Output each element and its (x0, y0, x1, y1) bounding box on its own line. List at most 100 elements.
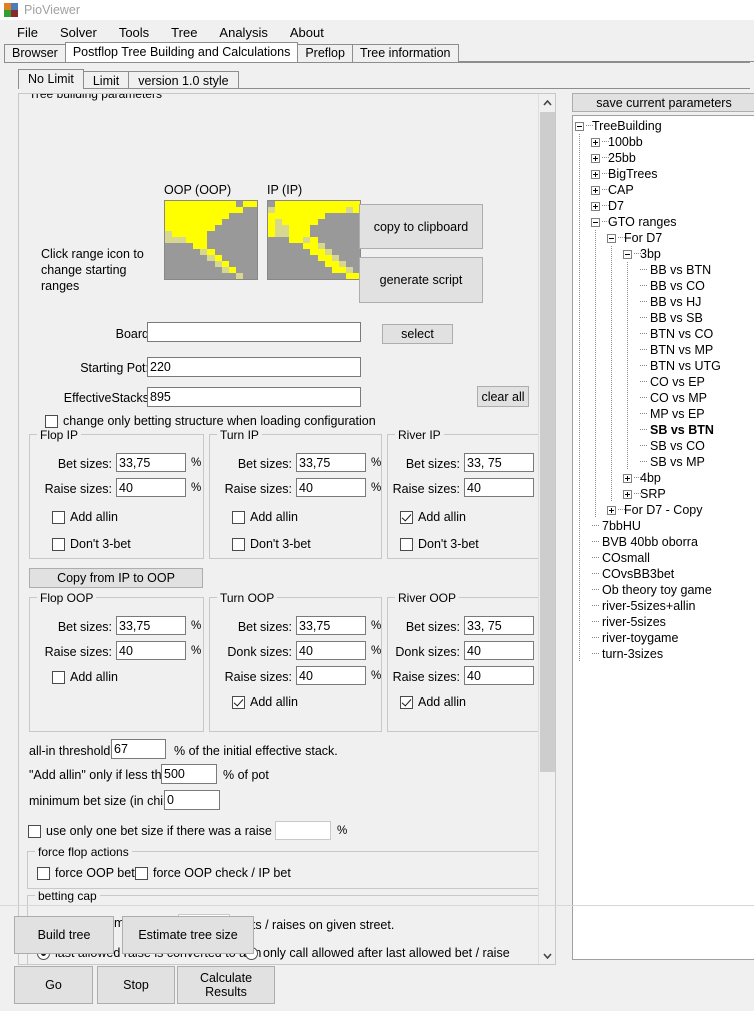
menu-solver[interactable]: Solver (49, 22, 108, 43)
turn-oop-donk-sizes-input[interactable] (296, 641, 366, 660)
river-ip-bet-sizes-input[interactable] (464, 453, 534, 472)
tree-item-bb-vs-btn[interactable]: BB vs BTN (573, 262, 754, 278)
tree-item-co-vs-mp[interactable]: CO vs MP (573, 390, 754, 406)
menu-analysis[interactable]: Analysis (208, 22, 278, 43)
allin-threshold-input[interactable] (111, 739, 166, 759)
tab-postflop-tree-building[interactable]: Postflop Tree Building and Calculations (65, 42, 299, 62)
turn-oop-raise-sizes-input[interactable] (296, 666, 366, 685)
menu-tree[interactable]: Tree (160, 22, 208, 43)
tree-item-for-d7[interactable]: For D7 (573, 230, 754, 246)
select-board-button[interactable]: select (382, 324, 453, 344)
copy-to-clipboard-button[interactable]: copy to clipboard (359, 204, 483, 249)
river-ip-add-allin-checkbox[interactable]: Add allin (400, 510, 466, 524)
tree-item-bb-vs-sb[interactable]: BB vs SB (573, 310, 754, 326)
build-tree-button[interactable]: Build tree (14, 916, 114, 954)
board-input[interactable] (147, 322, 361, 342)
tree-item-turn-3sizes[interactable]: turn-3sizes (573, 646, 754, 662)
tree-item-btn-vs-mp[interactable]: BTN vs MP (573, 342, 754, 358)
tree-item-river-5sizes[interactable]: river-5sizes (573, 614, 754, 630)
flop-ip-add-allin-checkbox[interactable]: Add allin (52, 510, 118, 524)
tree-item-cosmall[interactable]: COsmall (573, 550, 754, 566)
flop-ip-bet-sizes-input[interactable] (116, 453, 186, 472)
scrollbar-down-arrow-icon[interactable] (539, 947, 556, 964)
flop-ip-dont-3bet-checkbox[interactable]: Don't 3-bet (52, 537, 131, 551)
tree-item-bvb-40bb-oborra[interactable]: BVB 40bb oborra (573, 534, 754, 550)
turn-ip-bet-sizes-input[interactable] (296, 453, 366, 472)
tree-item-river-5sizes-allin[interactable]: river-5sizes+allin (573, 598, 754, 614)
one-bet-size-after-raise-checkbox[interactable]: use only one bet size if there was a rai… (28, 824, 311, 838)
tree-item-d7[interactable]: D7 (573, 198, 754, 214)
generate-script-button[interactable]: generate script (359, 257, 483, 303)
minimum-bet-size-input[interactable] (164, 790, 220, 810)
tree-item-co-vs-ep[interactable]: CO vs EP (573, 374, 754, 390)
effective-stacks-input[interactable] (147, 387, 361, 407)
menu-file[interactable]: File (6, 22, 49, 43)
save-current-parameters-button[interactable]: save current parameters (572, 93, 754, 112)
tree-item-btn-vs-utg[interactable]: BTN vs UTG (573, 358, 754, 374)
scrollbar-up-arrow-icon[interactable] (539, 94, 556, 111)
tree-item-gto-ranges[interactable]: GTO ranges (573, 214, 754, 230)
turn-ip-raise-sizes-input[interactable] (296, 478, 366, 497)
oop-range-icon[interactable] (164, 200, 258, 280)
tree-item-treebuilding[interactable]: TreeBuilding (573, 118, 754, 134)
radio-only-call-after-last-bet[interactable]: only call allowed after last allowed bet… (245, 946, 510, 960)
river-ip-dont-3bet-checkbox[interactable]: Don't 3-bet (400, 537, 479, 551)
stop-button[interactable]: Stop (97, 966, 175, 1004)
tree-expand-icon[interactable] (623, 474, 632, 483)
tree-collapse-icon[interactable] (623, 250, 632, 259)
flop-oop-add-allin-checkbox[interactable]: Add allin (52, 670, 118, 684)
turn-oop-add-allin-checkbox[interactable]: Add allin (232, 695, 298, 709)
tree-expand-icon[interactable] (607, 506, 616, 515)
go-button[interactable]: Go (14, 966, 93, 1004)
one-bet-size-input[interactable] (275, 821, 331, 840)
tab-preflop[interactable]: Preflop (297, 44, 353, 62)
tree-item-100bb[interactable]: 100bb (573, 134, 754, 150)
tree-item-btn-vs-co[interactable]: BTN vs CO (573, 326, 754, 342)
tree-item-ob-theory-toy-game[interactable]: Ob theory toy game (573, 582, 754, 598)
tree-expand-icon[interactable] (591, 170, 600, 179)
tree-collapse-icon[interactable] (607, 234, 616, 243)
flop-oop-bet-sizes-input[interactable] (116, 616, 186, 635)
river-oop-donk-sizes-input[interactable] (464, 641, 534, 660)
tree-item-srp[interactable]: SRP (573, 486, 754, 502)
river-ip-raise-sizes-input[interactable] (464, 478, 534, 497)
tree-item-cap[interactable]: CAP (573, 182, 754, 198)
starting-pot-input[interactable] (147, 357, 361, 377)
config-tree[interactable]: TreeBuilding100bb25bbBigTreesCAPD7GTO ra… (572, 115, 754, 960)
tree-expand-icon[interactable] (591, 154, 600, 163)
force-oop-check-ip-bet-checkbox[interactable]: force OOP check / IP bet (135, 866, 291, 880)
tree-collapse-icon[interactable] (575, 122, 584, 131)
turn-oop-bet-sizes-input[interactable] (296, 616, 366, 635)
clear-all-button[interactable]: clear all (477, 386, 529, 407)
flop-ip-raise-sizes-input[interactable] (116, 478, 186, 497)
tree-item-bb-vs-hj[interactable]: BB vs HJ (573, 294, 754, 310)
river-oop-add-allin-checkbox[interactable]: Add allin (400, 695, 466, 709)
tree-item-sb-vs-mp[interactable]: SB vs MP (573, 454, 754, 470)
tree-item-7bbhu[interactable]: 7bbHU (573, 518, 754, 534)
force-oop-bet-checkbox[interactable]: force OOP bet (37, 866, 135, 880)
tree-item-3bp[interactable]: 3bp (573, 246, 754, 262)
tree-expand-icon[interactable] (623, 490, 632, 499)
tree-item-4bp[interactable]: 4bp (573, 470, 754, 486)
turn-ip-dont-3bet-checkbox[interactable]: Don't 3-bet (232, 537, 311, 551)
tab-no-limit[interactable]: No Limit (18, 69, 84, 89)
river-oop-raise-sizes-input[interactable] (464, 666, 534, 685)
copy-ip-to-oop-button[interactable]: Copy from IP to OOP (29, 568, 203, 588)
tree-item-river-toygame[interactable]: river-toygame (573, 630, 754, 646)
tab-browser[interactable]: Browser (4, 44, 66, 62)
scrollbar-thumb[interactable] (540, 112, 555, 772)
menu-tools[interactable]: Tools (108, 22, 160, 43)
tree-expand-icon[interactable] (591, 186, 600, 195)
flop-oop-raise-sizes-input[interactable] (116, 641, 186, 660)
tree-item-for-d7-copy[interactable]: For D7 - Copy (573, 502, 754, 518)
tab-version-1-style[interactable]: version 1.0 style (128, 71, 238, 89)
tab-tree-information[interactable]: Tree information (352, 44, 459, 62)
estimate-tree-size-button[interactable]: Estimate tree size (122, 916, 254, 954)
tree-item-25bb[interactable]: 25bb (573, 150, 754, 166)
river-oop-bet-sizes-input[interactable] (464, 616, 534, 635)
tree-expand-icon[interactable] (591, 138, 600, 147)
tree-expand-icon[interactable] (591, 202, 600, 211)
change-only-betting-structure-checkbox[interactable]: change only betting structure when loadi… (45, 414, 376, 428)
main-panel-scrollbar[interactable] (538, 94, 555, 964)
calculate-results-button[interactable]: Calculate Results (177, 966, 275, 1004)
